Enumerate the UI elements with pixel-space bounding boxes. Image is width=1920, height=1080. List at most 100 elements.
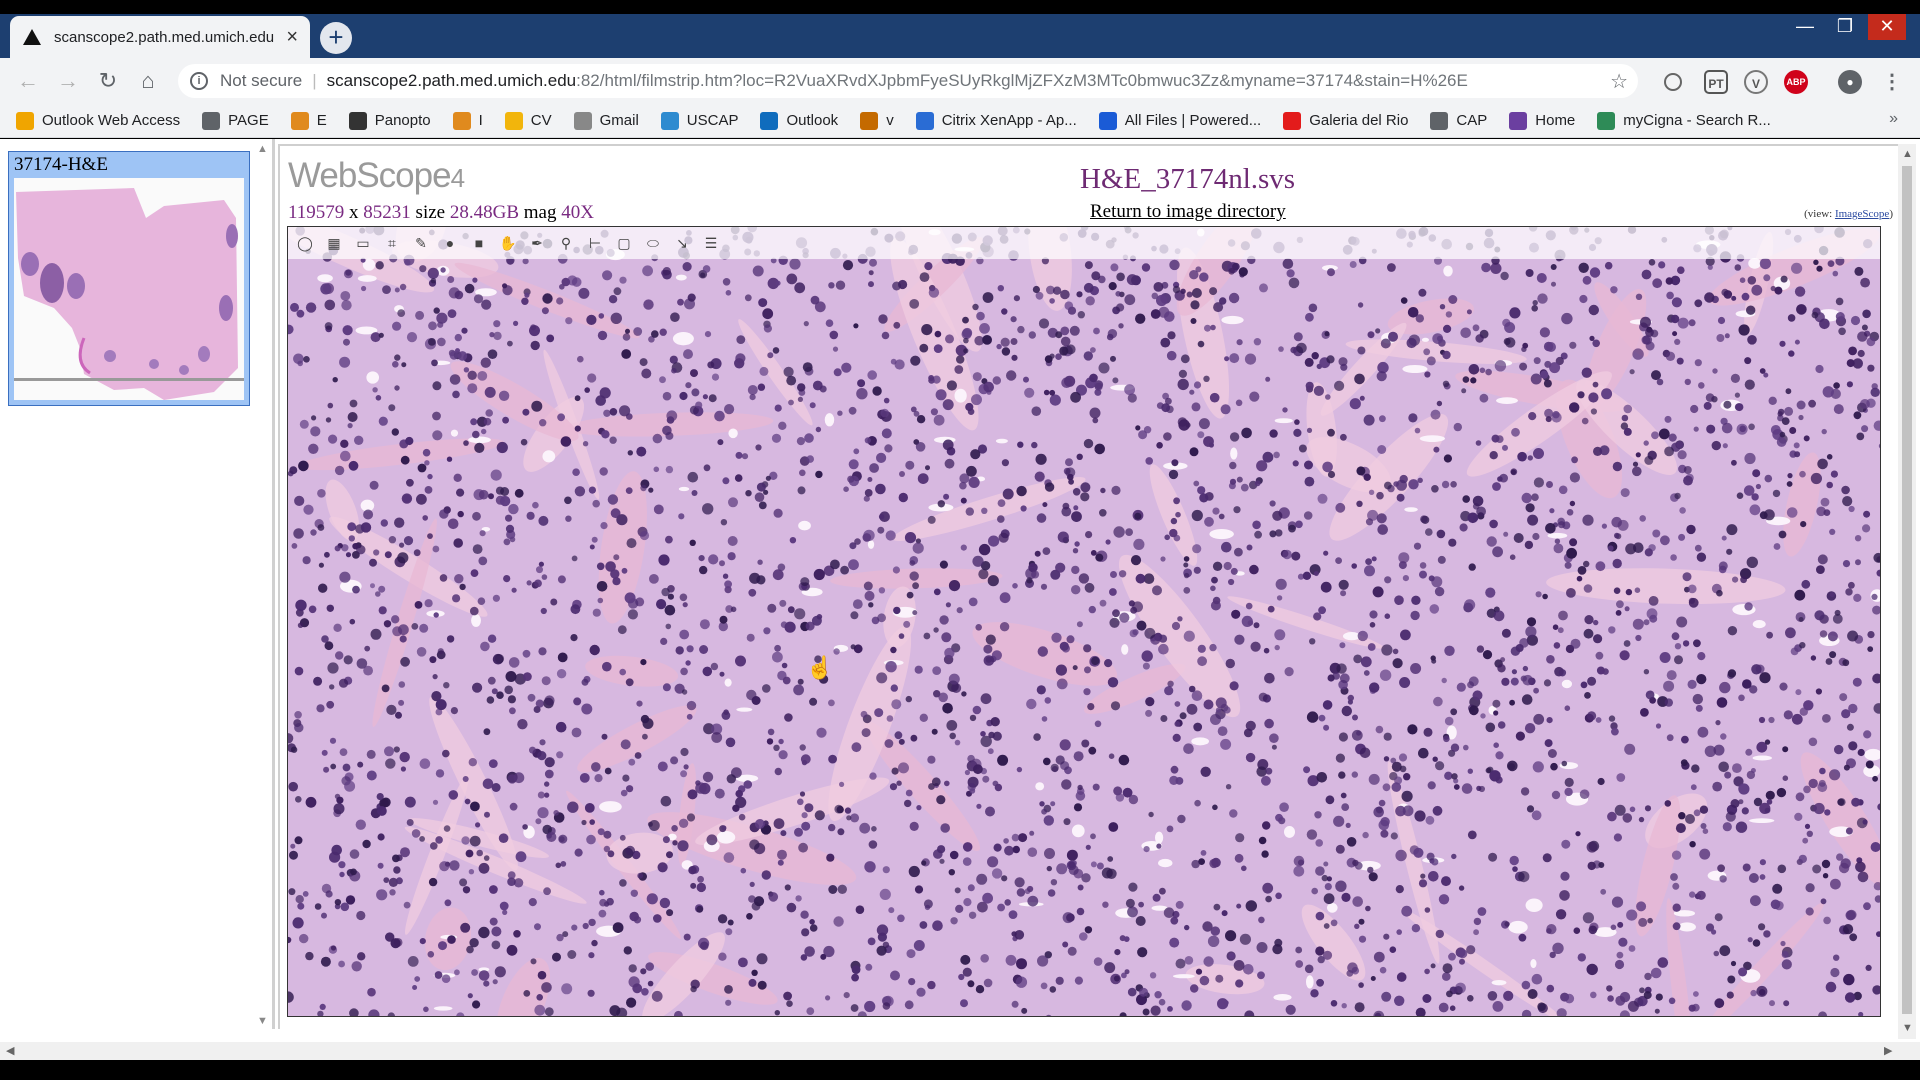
viewer-frame: WebScope4 H&E_37174nl.svs Return to imag… [278,144,1898,1029]
page-scrollbar[interactable]: ▲ ▼ [1898,144,1916,1039]
layers-tool-icon[interactable]: ☰ [700,232,722,254]
bookmark-item[interactable]: CAP [1430,111,1488,130]
page-scroll-down-icon[interactable]: ▼ [1902,1022,1913,1034]
bookmark-item[interactable]: Citrix XenApp - Ap... [915,111,1077,130]
address-separator: | [312,71,317,90]
url-path: :82/html/filmstrip.htm?loc=R2VuaXRvdXJpb… [576,71,1468,90]
pen-tool-icon[interactable]: ✒ [526,232,548,254]
color-tool-icon[interactable]: ● [439,232,461,254]
browser-titlebar: scanscope2.path.med.umich.edu × + — ❐ ✕ [0,0,1920,58]
adblock-icon[interactable]: ABP [1784,70,1808,94]
extension-circle-icon[interactable] [1664,73,1682,91]
image-width: 119579 [288,202,345,223]
bookmark-label: E [316,112,327,129]
slide-thumbnail-image[interactable] [14,178,244,400]
bookmark-item[interactable]: E [290,111,327,130]
thumbnail-tool-icon[interactable]: ▦ [323,232,345,254]
minimize-button[interactable]: — [1786,14,1824,40]
folder-icon [504,111,523,130]
imagescope-link[interactable]: ImageScope [1835,208,1889,220]
image-dimensions: 119579 x 85231 size 28.48GB mag 40X [288,202,594,223]
histology-tissue-image[interactable] [288,227,1881,1017]
save-tool-icon[interactable]: ■ [468,232,490,254]
bookmark-label: CAP [1456,112,1488,129]
rectangle-tool-icon[interactable]: ▢ [613,232,635,254]
outlook-icon [760,111,779,130]
image-file-title: H&E_37174nl.svs [1080,163,1296,195]
bookmark-star-icon[interactable]: ☆ [1610,69,1628,94]
ellipse-tool-icon[interactable]: ⬭ [642,232,664,254]
bookmark-item[interactable]: Gmail [573,111,639,130]
bookmark-item[interactable]: Panopto [348,111,431,130]
globe-icon [202,111,221,130]
image-height: 85231 [363,202,411,223]
bookmark-label: Outlook [786,112,839,129]
bookmark-item[interactable]: PAGE [202,111,269,130]
extension-pt-icon[interactable]: PT [1704,70,1728,94]
address-bar[interactable]: i Not secure | scanscope2.path.med.umich… [178,64,1638,98]
slide-thumbnail-card[interactable]: 37174-H&E [8,151,250,406]
slide-viewer-canvas[interactable]: ◯ ▦ ▭ ⌗ ✎ ● ■ ✋ ✒ ⚲ ⊢ ▢ ⬭ ↘ ☰ ☝ [287,226,1881,1017]
bookmark-label: Panopto [374,112,431,129]
bookmark-label: I [478,112,483,129]
webscope-logo: WebScope4 [288,156,465,195]
bookmark-item[interactable]: Outlook Web Access [16,111,180,130]
bookmark-label: All Files | Powered... [1124,112,1262,129]
bookmark-item[interactable]: CV [504,111,552,130]
zoom-slider-tool-icon[interactable]: ▭ [352,232,374,254]
bookmark-item[interactable]: Home [1509,111,1576,130]
page-scroll-thumb[interactable] [1902,166,1912,1014]
home-icon[interactable]: ⌂ [134,68,162,96]
pan-hand-tool-icon[interactable]: ✋ [497,232,519,254]
bookmark-item[interactable]: v [860,111,894,130]
arrow-tool-icon[interactable]: ↘ [671,232,693,254]
magnify-tool-icon[interactable]: ⚲ [555,232,577,254]
close-window-button[interactable]: ✕ [1868,14,1906,40]
navigate-tool-icon[interactable]: ◯ [294,232,316,254]
browser-tab[interactable]: scanscope2.path.med.umich.edu × [10,16,310,58]
slide-thumbnail-label: 37174-H&E [14,154,108,175]
box-icon [1098,111,1117,130]
scroll-left-icon[interactable]: ◀ [6,1044,14,1057]
profile-avatar-icon[interactable]: ● [1838,70,1862,94]
aperio-favicon-icon [22,27,42,47]
bookmark-label: USCAP [686,112,739,129]
bookmark-item[interactable]: All Files | Powered... [1098,111,1262,130]
back-arrow-icon[interactable]: ← [14,68,42,96]
info-icon[interactable]: i [190,72,208,90]
outlook-web-icon [16,111,34,130]
filmstrip-scrollbar[interactable]: ▲ ▼ [255,139,272,1029]
filmstrip-frame: 37174-H&E ▲ ▼ [0,139,275,1029]
scroll-down-icon[interactable]: ▼ [257,1015,268,1027]
bookmark-label: Home [1535,112,1576,129]
bookmark-label: Galeria del Rio [1309,112,1409,129]
bookmarks-bar: Outlook Web Access PAGE E Panopto I CV Gmail US… [0,104,1920,138]
annotation-tool-icon[interactable]: ⌗ [381,232,403,254]
bookmarks-overflow-icon[interactable]: » [1889,110,1898,128]
bookmark-item[interactable]: Galeria del Rio [1283,111,1409,130]
page-content: 37174-H&E ▲ ▼ WebScope4 H&E_37174nl.svs … [0,139,1920,1042]
url-host: scanscope2.path.med.umich.edu [326,71,577,90]
scroll-up-icon[interactable]: ▲ [257,143,268,155]
ruler-tool-icon[interactable]: ⊢ [584,232,606,254]
tab-title: scanscope2.path.med.umich.edu [54,28,275,46]
page-scroll-up-icon[interactable]: ▲ [1902,148,1913,160]
bookmark-item[interactable]: USCAP [660,111,739,130]
bookmark-item[interactable]: I [452,111,483,130]
new-tab-button[interactable]: + [320,22,352,54]
browser-menu-icon[interactable]: ⋮ [1880,70,1904,94]
forward-arrow-icon[interactable]: → [54,68,82,96]
tab-close-icon[interactable]: × [286,26,298,49]
extension-v-icon[interactable]: V [1744,70,1768,94]
edit-tool-icon[interactable]: ✎ [410,232,432,254]
bookmark-label: Citrix XenApp - Ap... [941,112,1077,129]
hand-cursor-icon: ☝ [806,655,834,680]
return-to-directory-link[interactable]: Return to image directory [1090,201,1286,223]
restore-button[interactable]: ❐ [1826,14,1864,40]
bookmark-item[interactable]: myCigna - Search R... [1597,111,1771,130]
bookmark-item[interactable]: Outlook [760,111,839,130]
scroll-right-icon[interactable]: ▶ [1884,1044,1892,1057]
horizontal-scrollbar[interactable]: ◀ ▶ [0,1042,1920,1060]
gmail-icon [573,111,592,130]
reload-icon[interactable]: ↻ [94,68,122,96]
